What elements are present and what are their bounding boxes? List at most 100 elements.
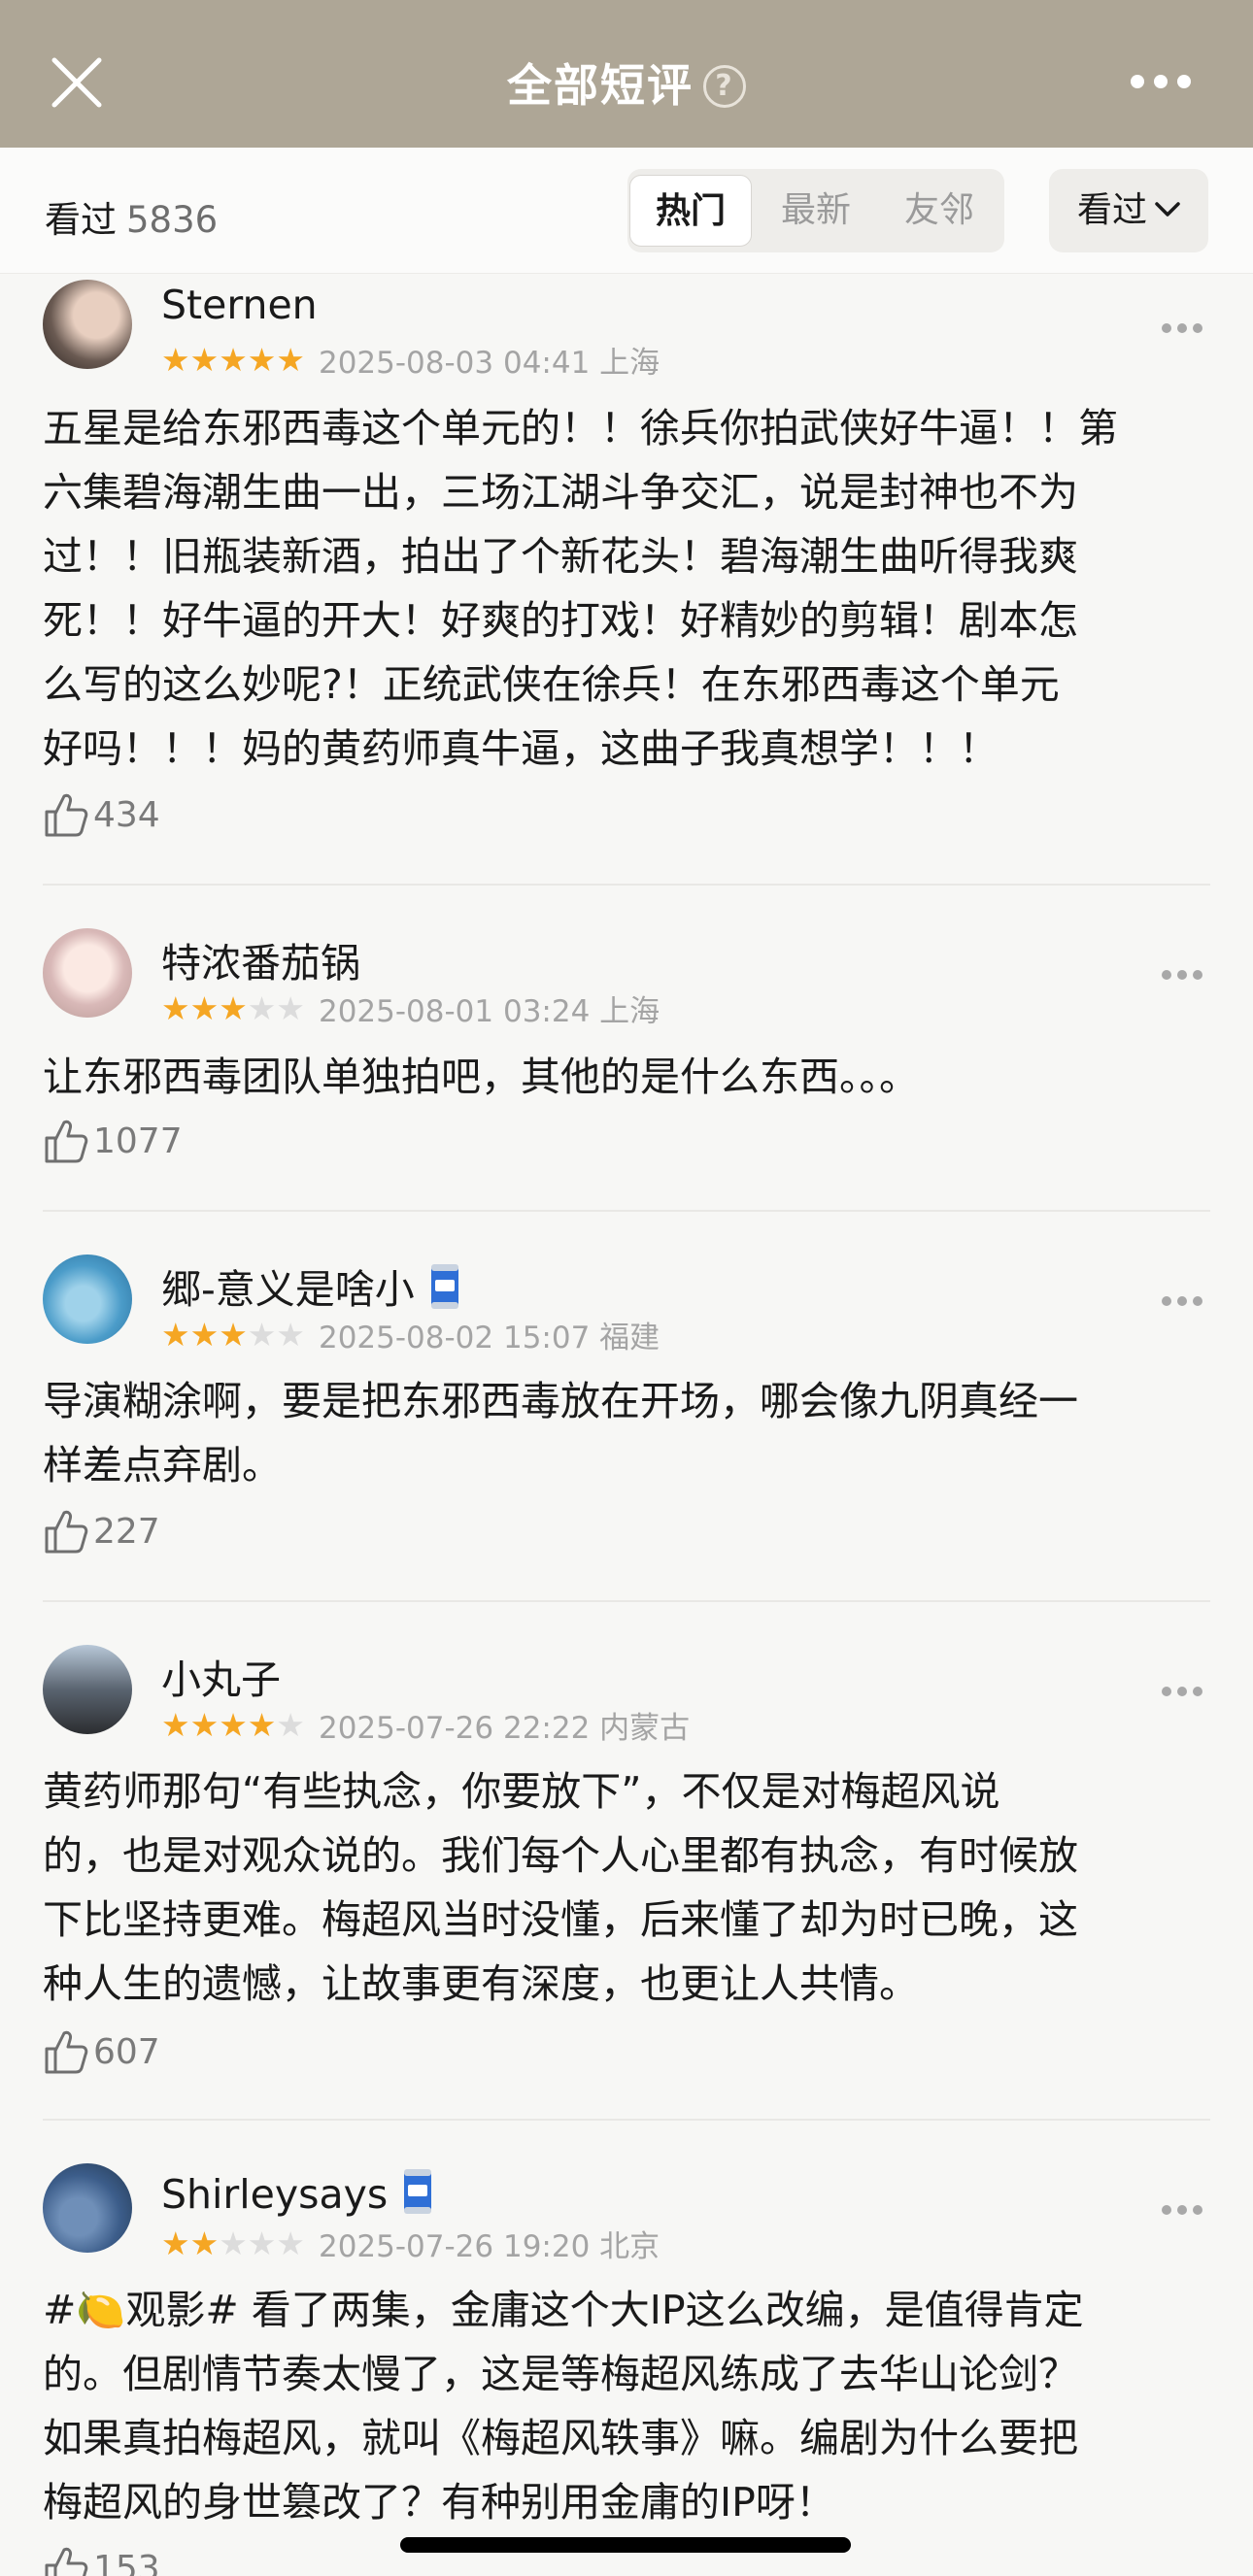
like-count: 1077 [93, 1121, 183, 1161]
rating-stars: ★★★★★ [161, 2224, 305, 2262]
star-empty-icon: ★ [276, 2224, 305, 2262]
tab-hot[interactable]: 热门 [629, 175, 752, 247]
thumbs-up-icon [45, 2030, 88, 2074]
sort-tabs: 热门 最新 友邻 [627, 169, 1004, 252]
star-filled-icon: ★ [161, 2224, 190, 2262]
star-filled-icon: ★ [189, 1705, 220, 1744]
like-button[interactable]: 1077 [43, 1117, 183, 1169]
like-button[interactable]: 153 [43, 2544, 160, 2576]
review-date: 2025-08-01 03:24 上海 [318, 994, 660, 1029]
can-badge-icon [430, 1264, 458, 1309]
page-title-text: 全部短评 [507, 59, 694, 112]
review-meta: ★★★★★ 2025-08-02 15:07 福建 [161, 1313, 660, 1355]
more-options-icon[interactable] [1162, 1682, 1210, 1696]
more-horizontal-icon[interactable] [1131, 74, 1201, 89]
page-title: 全部短评? [0, 50, 1253, 115]
seen-dropdown[interactable]: 看过 [1049, 169, 1208, 252]
thumbs-up-icon [45, 1120, 88, 1163]
review-meta: ★★★★★ 2025-07-26 19:20 北京 [161, 2222, 660, 2264]
star-empty-icon: ★ [276, 1315, 305, 1354]
username[interactable]: 特浓番茄锅 [161, 930, 360, 988]
like-button[interactable]: 227 [43, 1507, 160, 1559]
username[interactable]: 小丸子 [161, 1647, 281, 1705]
review-date: 2025-08-02 15:07 福建 [318, 1321, 660, 1355]
more-options-icon[interactable] [1162, 318, 1210, 333]
star-filled-icon: ★ [247, 1705, 277, 1744]
username-text: Sternen [161, 282, 318, 328]
can-badge-icon [404, 2169, 432, 2214]
thumbs-up-icon [45, 793, 88, 837]
star-filled-icon: ★ [247, 340, 277, 379]
username[interactable]: 郷-意义是啥小 [161, 1256, 461, 1315]
username[interactable]: Sternen [161, 282, 318, 328]
star-filled-icon: ★ [219, 988, 248, 1027]
more-options-icon[interactable] [1162, 2200, 1210, 2215]
star-filled-icon: ★ [276, 340, 305, 379]
star-filled-icon: ★ [219, 1705, 248, 1744]
review-content: 让东邪西毒团队单独拍吧，其他的是什么东西。。。 [43, 1054, 919, 1100]
star-filled-icon: ★ [189, 988, 220, 1027]
review-date: 2025-07-26 22:22 内蒙古 [318, 1711, 691, 1746]
filter-bar: 看过 5836 热门 最新 友邻 看过 [0, 148, 1253, 274]
rating-stars: ★★★★★ [161, 1705, 305, 1744]
review-content: 黄药师那句“有些执念，你要放下”，不仅是对梅超风说 的，也是对观众说的。我们每个… [43, 1768, 1078, 2007]
chevron-down-icon [1155, 202, 1180, 217]
username-text: 小丸子 [161, 1656, 281, 1703]
more-options-icon[interactable] [1162, 965, 1210, 980]
tab-friends[interactable]: 友邻 [878, 175, 1000, 247]
question-circle-icon[interactable]: ? [703, 65, 746, 108]
star-filled-icon: ★ [219, 340, 248, 379]
rating-stars: ★★★★★ [161, 1315, 305, 1354]
review-content: #🍋观影# 看了两集，金庸这个大IP这么改编，是值得肯定 的。但剧情节奏太慢了，… [43, 2287, 1084, 2526]
avatar[interactable] [43, 2163, 132, 2253]
like-button[interactable]: 434 [43, 790, 160, 843]
top-bar: 全部短评? [0, 0, 1253, 148]
review-meta: ★★★★★ 2025-08-03 04:41 上海 [161, 338, 660, 381]
divider [43, 1600, 1210, 1602]
star-filled-icon: ★ [189, 2224, 220, 2262]
tab-latest[interactable]: 最新 [755, 175, 877, 247]
star-empty-icon: ★ [247, 1315, 277, 1354]
username-text: Shirleysays [161, 2171, 389, 2218]
like-count: 227 [93, 1511, 160, 1552]
like-count: 153 [93, 2548, 160, 2576]
review-date: 2025-08-03 04:41 上海 [318, 346, 660, 381]
like-button[interactable]: 607 [43, 2027, 160, 2080]
review-content: 导演糊涂啊，要是把东邪西毒放在开场，哪会像九阴真经一 样差点弃剧。 [43, 1378, 1078, 1489]
avatar[interactable] [43, 928, 132, 1018]
rating-stars: ★★★★★ [161, 340, 305, 379]
thumbs-up-icon [45, 2547, 88, 2576]
seen-count: 5836 [126, 199, 219, 241]
username-text: 特浓番茄锅 [161, 940, 360, 987]
like-count: 434 [93, 794, 160, 835]
divider [43, 884, 1210, 886]
avatar[interactable] [43, 280, 132, 369]
star-filled-icon: ★ [219, 1315, 248, 1354]
star-filled-icon: ★ [161, 988, 190, 1027]
divider [43, 1210, 1210, 1212]
rating-stars: ★★★★★ [161, 988, 305, 1027]
avatar[interactable] [43, 1645, 132, 1734]
home-indicator[interactable] [400, 2537, 851, 2553]
seen-dropdown-label: 看过 [1076, 190, 1147, 230]
star-empty-icon: ★ [247, 2224, 277, 2262]
star-empty-icon: ★ [276, 1705, 305, 1744]
review-meta: ★★★★★ 2025-08-01 03:24 上海 [161, 987, 660, 1029]
review-date: 2025-07-26 19:20 北京 [318, 2229, 660, 2264]
star-empty-icon: ★ [247, 988, 277, 1027]
more-options-icon[interactable] [1162, 1291, 1210, 1306]
star-filled-icon: ★ [189, 340, 220, 379]
star-empty-icon: ★ [276, 988, 305, 1027]
avatar[interactable] [43, 1255, 132, 1344]
like-count: 607 [93, 2031, 160, 2072]
star-filled-icon: ★ [161, 1315, 190, 1354]
seen-label: 看过 [45, 199, 117, 241]
review-meta: ★★★★★ 2025-07-26 22:22 内蒙古 [161, 1703, 690, 1746]
username[interactable]: Shirleysays [161, 2165, 434, 2218]
divider [43, 2119, 1210, 2121]
star-empty-icon: ★ [219, 2224, 248, 2262]
star-filled-icon: ★ [161, 340, 190, 379]
star-filled-icon: ★ [189, 1315, 220, 1354]
review-content: 五星是给东邪西毒这个单元的！！徐兵你拍武侠好牛逼！！第 六集碧海潮生曲一出，三场… [43, 405, 1118, 772]
thumbs-up-icon [45, 1510, 88, 1554]
